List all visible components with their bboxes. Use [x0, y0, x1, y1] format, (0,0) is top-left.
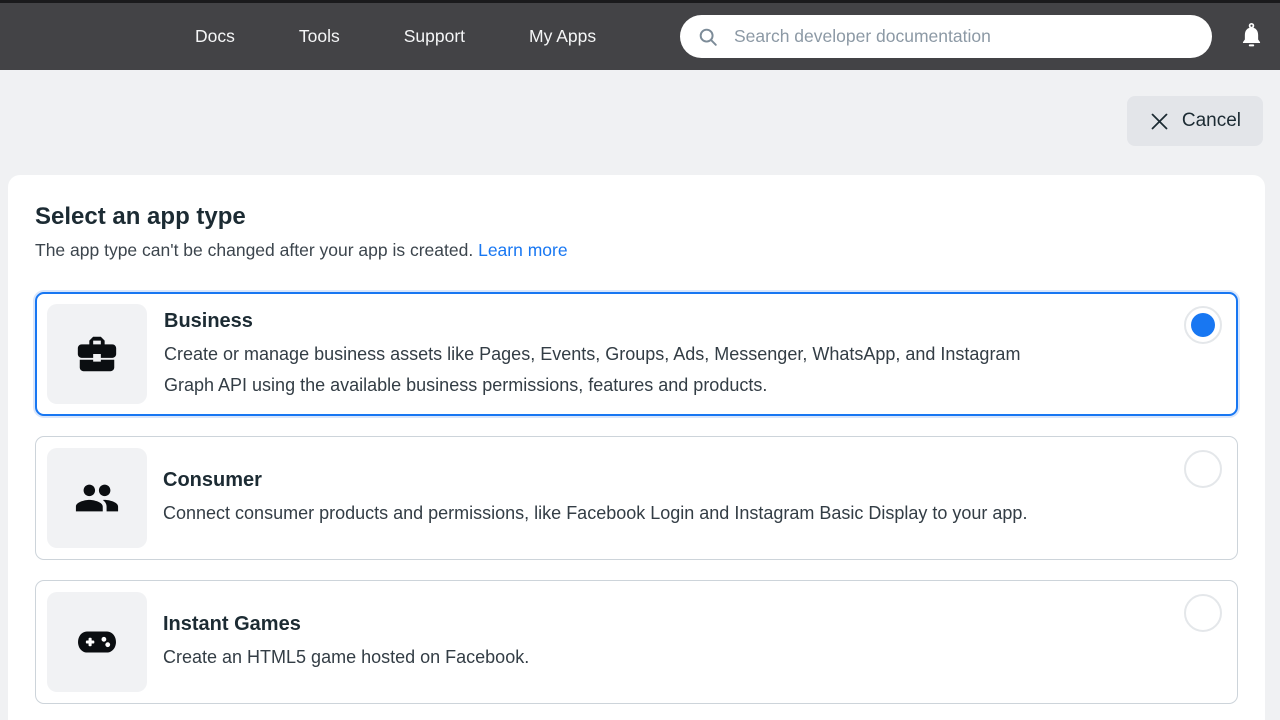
- nav-item-docs[interactable]: Docs: [195, 26, 235, 47]
- option-card-business[interactable]: Business Create or manage business asset…: [35, 292, 1238, 416]
- radio-instant-games[interactable]: [1184, 594, 1222, 632]
- bell-icon: [1238, 22, 1265, 52]
- people-icon: [74, 475, 120, 521]
- briefcase-icon: [74, 331, 120, 377]
- radio-consumer[interactable]: [1184, 450, 1222, 488]
- top-navbar: Docs Tools Support My Apps: [0, 0, 1280, 70]
- app-type-options: Business Create or manage business asset…: [35, 292, 1238, 704]
- consumer-card-content: Consumer Connect consumer products and p…: [163, 437, 1237, 559]
- gamepad-icon: [74, 619, 120, 665]
- nav-item-tools[interactable]: Tools: [299, 26, 340, 47]
- option-title: Business: [164, 308, 1101, 334]
- option-description: Connect consumer products and permission…: [163, 498, 1102, 529]
- option-title: Instant Games: [163, 611, 1102, 637]
- option-card-consumer[interactable]: Consumer Connect consumer products and p…: [35, 436, 1238, 560]
- business-card-content: Business Create or manage business asset…: [164, 294, 1236, 414]
- cancel-button-label: Cancel: [1182, 110, 1241, 132]
- option-description: Create or manage business assets like Pa…: [164, 339, 1101, 401]
- nav-item-support[interactable]: Support: [404, 26, 465, 47]
- search-icon: [697, 26, 719, 48]
- nav-item-my-apps[interactable]: My Apps: [529, 26, 596, 47]
- search-box[interactable]: [680, 15, 1212, 58]
- option-title: Consumer: [163, 467, 1102, 493]
- option-description: Create an HTML5 game hosted on Facebook.: [163, 642, 1102, 673]
- close-icon: [1149, 111, 1170, 132]
- learn-more-link[interactable]: Learn more: [478, 240, 568, 260]
- business-icon-tile: [47, 304, 147, 404]
- instant-games-card-content: Instant Games Create an HTML5 game hoste…: [163, 581, 1237, 703]
- nav-links: Docs Tools Support My Apps: [195, 3, 596, 70]
- instant-games-icon-tile: [47, 592, 147, 692]
- app-type-panel: Select an app type The app type can't be…: [8, 175, 1265, 720]
- search-input[interactable]: [732, 25, 1196, 48]
- option-card-instant-games[interactable]: Instant Games Create an HTML5 game hoste…: [35, 580, 1238, 704]
- subtitle-text: The app type can't be changed after your…: [35, 240, 473, 260]
- notifications-button[interactable]: [1234, 20, 1268, 54]
- radio-business[interactable]: [1184, 306, 1222, 344]
- consumer-icon-tile: [47, 448, 147, 548]
- page-subtitle: The app type can't be changed after your…: [35, 239, 1238, 262]
- page-title: Select an app type: [35, 202, 1238, 231]
- cancel-button[interactable]: Cancel: [1127, 96, 1263, 146]
